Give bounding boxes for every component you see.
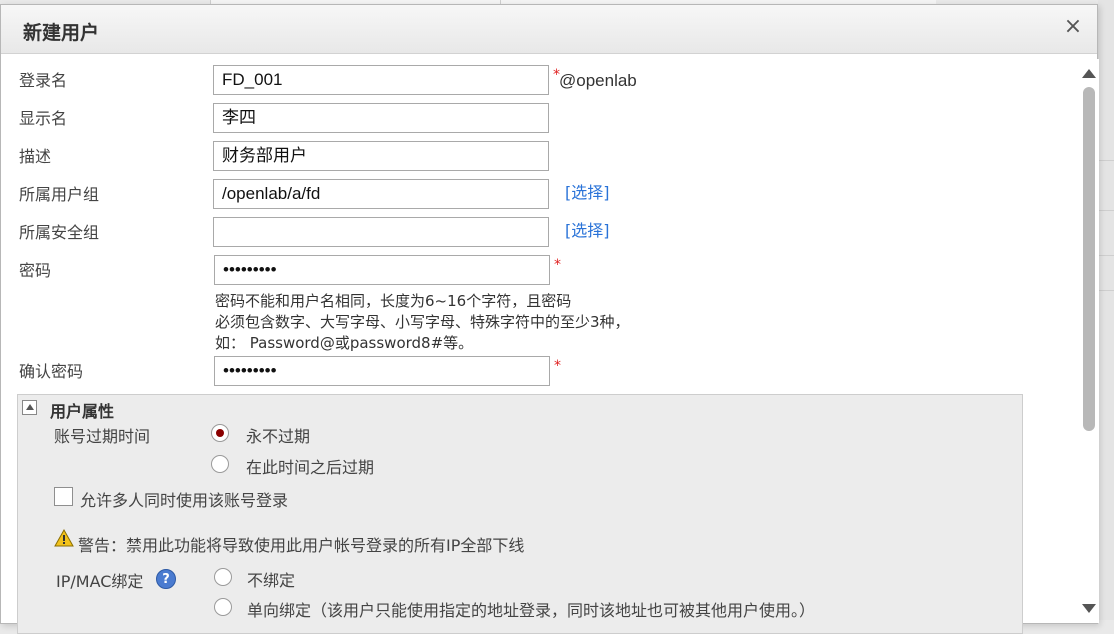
select-security-group-link[interactable]: [选择] [565,217,610,241]
allow-multi-login-label: 允许多人同时使用该账号登录 [80,491,289,510]
warning-text: 警告：禁用此功能将导致使用此用户帐号登录的所有IP全部下线 [78,536,525,555]
required-mark: * [554,257,561,273]
ip-mac-binding-label: IP/MAC绑定 [56,572,144,591]
no-binding-radio[interactable] [214,568,232,586]
display-name-label: 显示名 [19,109,68,128]
expire-after-radio[interactable] [211,455,229,473]
password-hint-line: 密码不能和用户名相同，长度为6~16个字符，且密码 [215,292,572,310]
arrow-up-icon[interactable] [1082,69,1096,78]
never-expire-label: 永不过期 [246,427,311,446]
select-user-group-link[interactable]: [选择] [565,179,610,203]
display-name-input[interactable]: 李四 [213,103,549,133]
scrollbar-thumb[interactable] [1083,87,1095,431]
user-group-label: 所属用户组 [19,185,100,204]
confirm-password-input[interactable]: ••••••••• [214,356,550,386]
confirm-password-label: 确认密码 [19,362,84,381]
required-mark: * [554,358,561,374]
expire-after-label: 在此时间之后过期 [246,458,375,477]
password-hint-line: 如： Password@或password8#等。 [215,334,474,352]
background-right-pane [1098,0,1114,620]
password-hint-line: 必须包含数字、大写字母、小写字母、特殊字符中的至少3种， [215,313,630,331]
never-expire-radio[interactable] [211,424,229,442]
collapse-toggle-icon[interactable] [22,400,37,415]
password-hint: 密码不能和用户名相同，长度为6~16个字符，且密码 必须包含数字、大写字母、小写… [215,291,630,354]
description-label: 描述 [19,147,52,166]
close-icon[interactable]: × [1061,15,1085,39]
background-divider [1098,160,1114,161]
user-attributes-title: 用户属性 [50,402,115,421]
login-name-label: 登录名 [19,71,68,90]
security-group-label: 所属安全组 [19,223,100,242]
one-way-binding-label: 单向绑定（该用户只能使用指定的地址登录，同时该地址也可被其他用户使用。） [247,601,816,620]
dialog-titlebar: 新建用户 × [1,5,1097,54]
description-input[interactable]: 财务部用户 [213,141,549,171]
vertical-scrollbar[interactable] [1079,59,1099,623]
no-binding-label: 不绑定 [247,571,296,590]
user-group-input[interactable]: /openlab/a/fd [213,179,549,209]
security-group-input[interactable] [213,217,549,247]
login-domain-suffix: @openlab [559,71,637,90]
dialog-title: 新建用户 [23,22,100,44]
password-input[interactable]: ••••••••• [214,255,550,285]
account-expiry-label: 账号过期时间 [54,427,151,446]
help-icon[interactable]: ? [156,569,176,589]
background-divider [1098,290,1114,291]
password-label: 密码 [19,261,52,280]
arrow-down-icon[interactable] [1082,604,1096,613]
user-attributes-section: 用户属性 账号过期时间 永不过期 在此时间之后过期 允许多人同时使用该账号登录 … [17,394,1023,634]
warning-icon [54,529,74,547]
login-name-input[interactable]: FD_001 [213,65,549,95]
new-user-dialog: 新建用户 × 登录名 FD_001 * @openlab 显示名 李四 描述 财… [0,4,1099,634]
allow-multi-login-checkbox[interactable] [54,487,73,506]
background-divider [1098,255,1114,256]
background-divider [1098,210,1114,211]
one-way-binding-radio[interactable] [214,598,232,616]
